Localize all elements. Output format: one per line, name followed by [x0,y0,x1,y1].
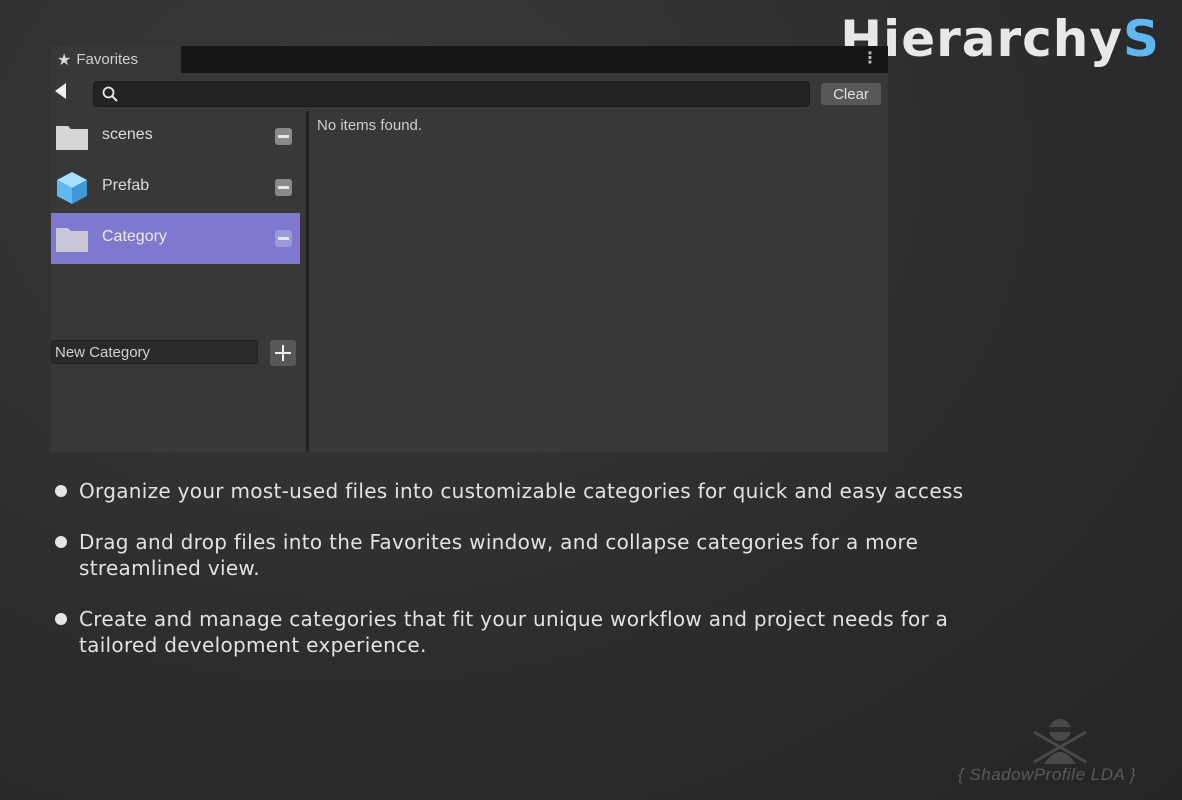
new-category-input[interactable]: New Category [51,340,258,364]
feature-item: Create and manage categories that fit yo… [55,606,1015,658]
feature-item: Drag and drop files into the Favorites w… [55,529,1015,581]
triangle-left-icon[interactable] [55,83,66,99]
category-panel: scenes Prefab Category New Category [51,111,306,452]
brand-logo: HierarchyS [840,14,1160,64]
category-item-category[interactable]: Category [51,213,300,264]
category-label: Category [102,228,167,245]
favorites-window: ★ Favorites ⋮ Clear scenes Prefab Catego… [51,46,888,452]
toolbar: Clear [51,73,888,111]
tab-label: Favorites [76,51,139,68]
category-item-scenes[interactable]: scenes [51,111,300,162]
folder-icon [56,126,88,150]
clear-button[interactable]: Clear [821,83,881,105]
ninja-logo-icon [1033,719,1087,764]
tab-bar: ★ Favorites ⋮ [51,46,888,73]
remove-category-button[interactable] [275,179,292,196]
watermark-text: { ShadowProfile LDA } [958,765,1137,784]
tab-favorites[interactable]: ★ Favorites [51,46,181,73]
remove-category-button[interactable] [275,128,292,145]
feature-text: Create and manage categories that fit yo… [79,607,949,657]
feature-text: Drag and drop files into the Favorites w… [79,530,919,580]
kebab-menu-icon[interactable]: ⋮ [862,50,878,68]
feature-text: Organize your most-used files into custo… [79,479,964,503]
items-panel: No items found. [309,111,888,452]
remove-category-button[interactable] [275,230,292,247]
search-icon [102,86,118,102]
bullet-icon [55,613,67,625]
empty-message: No items found. [317,117,423,134]
cube-icon [57,172,87,204]
bullet-icon [55,536,67,548]
star-icon: ★ [57,51,72,69]
feature-item: Organize your most-used files into custo… [55,478,1015,504]
add-category-button[interactable] [270,340,296,366]
category-label: scenes [102,126,153,143]
bullet-icon [55,485,67,497]
search-input[interactable] [93,81,810,107]
feature-list: Organize your most-used files into custo… [55,478,1015,683]
category-item-prefab[interactable]: Prefab [51,162,300,213]
folder-icon [56,228,88,252]
category-label: Prefab [102,177,150,194]
brand-name-accent: S [1122,10,1160,68]
